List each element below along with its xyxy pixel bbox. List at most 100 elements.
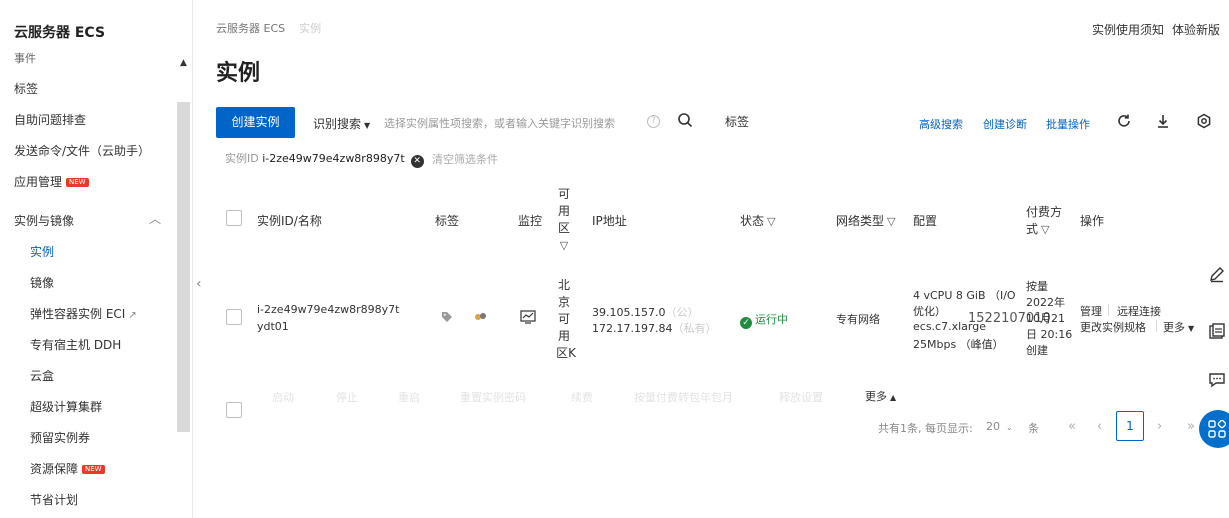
usage-notice-link[interactable]: 实例使用须知 [1092, 23, 1164, 37]
download-icon[interactable] [1155, 113, 1171, 129]
column-header-monitor: 监控 [518, 214, 543, 228]
advanced-search-link[interactable]: 高级搜索 [919, 116, 963, 132]
sidebar-item-instances[interactable]: 实例 [30, 243, 54, 260]
sidebar-item-events[interactable]: 事件 [14, 50, 36, 66]
row-checkbox[interactable] [226, 309, 242, 325]
external-link-icon: ↗ [128, 310, 137, 321]
status-text: 运行中 [755, 313, 788, 326]
manage-link[interactable]: 管理 [1080, 303, 1102, 319]
zone-char: 可 [557, 312, 570, 326]
sidebar: 云服务器 ECS 事件 ▲ 标签 自助问题排查 发送命令/文件（云助手） 应用管… [0, 0, 193, 518]
column-header-status[interactable]: 状态 ▽ [740, 212, 775, 229]
breadcrumb: 云服务器 ECS 实例 [216, 20, 321, 36]
sidebar-scrollbar[interactable] [177, 102, 190, 432]
settings-icon[interactable] [1196, 113, 1212, 129]
tag-icon[interactable] [441, 311, 453, 323]
instance-id-link[interactable]: i-2ze49w79e4zw8r898y7t [257, 303, 399, 316]
sidebar-item-reserved-instances[interactable]: 预留实例券 [30, 429, 90, 446]
ecs-console: 云服务器 ECS 事件 ▲ 标签 自助问题排查 发送命令/文件（云助手） 应用管… [0, 0, 1229, 518]
select-all-checkbox[interactable] [226, 210, 242, 226]
sidebar-group-instances-images[interactable]: 实例与镜像 [14, 212, 74, 229]
chevron-up-icon[interactable]: ︿ [149, 210, 161, 227]
filter-icon[interactable]: ▽ [767, 215, 775, 228]
sidebar-item-scc[interactable]: 超级计算集群 [30, 398, 102, 415]
search-icon[interactable] [677, 112, 693, 128]
batch-more-label: 更多 [865, 390, 887, 403]
batch-more-dropdown[interactable]: 更多 ▲ [865, 388, 896, 404]
create-diagnosis-link[interactable]: 创建诊断 [983, 116, 1027, 132]
first-page-button[interactable]: « [1068, 419, 1076, 434]
scroll-up-icon[interactable]: ▲ [180, 58, 187, 68]
zone-char: 区K [556, 346, 576, 360]
batch-select-checkbox[interactable] [226, 402, 242, 418]
batch-reset-password-button[interactable]: 重置实例密码 [460, 389, 526, 405]
sidebar-item-images[interactable]: 镜像 [30, 274, 54, 291]
page-1-button[interactable]: 1 [1116, 411, 1144, 441]
batch-convert-billing-button[interactable]: 按量付费转包年包月 [634, 389, 733, 405]
ip-public-value: 39.105.157.0 [592, 306, 666, 319]
filter-chip-key: 实例ID [225, 152, 259, 165]
resize-instance-link[interactable]: 更改实例规格 [1080, 319, 1146, 335]
breadcrumb-current: 实例 [299, 22, 322, 35]
sidebar-item-eci[interactable]: 弹性容器实例 ECI ↗ [30, 305, 137, 322]
help-icon[interactable]: ? [647, 115, 660, 128]
network-type: 专有网络 [836, 313, 880, 326]
try-new-version-link[interactable]: 体验新版 [1172, 23, 1220, 37]
clear-filters-link[interactable]: 清空筛选条件 [432, 151, 498, 167]
edit-icon[interactable] [1208, 265, 1226, 283]
remote-connect-link[interactable]: 远程连接 [1117, 303, 1161, 319]
sidebar-item-label: 资源保障 [30, 462, 79, 476]
page-size-select[interactable]: 20 ⌄ [986, 420, 1013, 433]
column-header-billing[interactable]: 付费方 式 ▽ [1026, 204, 1062, 238]
refresh-icon[interactable] [1116, 113, 1132, 129]
column-header-network[interactable]: 网络类型 ▽ [836, 212, 895, 229]
billing-time: 日 20:16 [1026, 328, 1073, 341]
batch-release-button[interactable]: 释放设置 [779, 389, 823, 405]
batch-renew-button[interactable]: 续费 [571, 389, 593, 405]
batch-operations-link[interactable]: 批量操作 [1046, 116, 1090, 132]
sidebar-item-cloudbox[interactable]: 云盒 [30, 367, 54, 384]
sidebar-item-resource-assurance[interactable]: 资源保障 NEW [30, 460, 105, 477]
last-page-button[interactable]: » [1187, 419, 1195, 434]
billing-info: 按量 2022年 10月21 日 20:16 创建 [1026, 279, 1072, 359]
batch-start-button[interactable]: 启动 [272, 389, 294, 405]
feedback-icon[interactable] [1208, 371, 1226, 389]
grid-icon [1208, 420, 1226, 438]
sidebar-title: 云服务器 ECS [14, 25, 106, 41]
caret-down-icon: ▼ [364, 121, 371, 130]
close-icon[interactable]: ✕ [410, 155, 424, 168]
search-input[interactable]: 选择实例属性项搜索，或者输入关键字识别搜索 [384, 115, 615, 131]
column-header-actions: 操作 [1080, 214, 1105, 228]
sidebar-item-savings-plan[interactable]: 节省计划 [30, 491, 78, 508]
breadcrumb-ecs[interactable]: 云服务器 ECS [216, 22, 285, 35]
create-instance-button[interactable]: 创建实例 [216, 107, 295, 138]
search-mode-select[interactable]: 识别搜索 ▼ [313, 115, 370, 132]
app-grid-button[interactable] [1199, 410, 1229, 448]
more-actions-dropdown[interactable]: 更多 ▼ [1163, 319, 1194, 335]
column-header-config: 配置 [913, 214, 938, 228]
filter-icon[interactable]: ▽ [887, 215, 895, 228]
filter-icon[interactable]: ▽ [1041, 223, 1049, 236]
config-optimized: 优化） [913, 305, 946, 318]
ip-private-value: 172.17.197.84 [592, 322, 673, 335]
tag-filter-button[interactable]: 标签 [713, 107, 761, 138]
status-badge: ✓ 运行中 [740, 311, 788, 329]
sidebar-collapse-icon[interactable]: ‹ [196, 276, 202, 292]
batch-restart-button[interactable]: 重启 [398, 389, 420, 405]
monitor-chart-icon[interactable] [520, 310, 536, 324]
check-circle-icon: ✓ [740, 317, 752, 329]
next-page-button[interactable]: › [1157, 419, 1162, 434]
sidebar-item-app-management[interactable]: 应用管理 NEW [14, 173, 89, 190]
sidebar-item-cloud-assistant[interactable]: 发送命令/文件（云助手） [14, 142, 150, 159]
sidebar-item-ddh[interactable]: 专有宿主机 DDH [30, 336, 121, 353]
column-header-id-name: 实例ID/名称 [257, 214, 322, 228]
prev-page-button[interactable]: ‹ [1097, 419, 1102, 434]
sidebar-item-troubleshoot[interactable]: 自助问题排查 [14, 111, 86, 128]
action-divider [1108, 304, 1109, 316]
chevron-down-icon: ⌄ [1006, 423, 1013, 432]
column-header-zone[interactable]: 可 用 区 ▽ [557, 186, 571, 254]
filter-icon[interactable]: ▽ [557, 237, 571, 254]
sidebar-item-tags[interactable]: 标签 [14, 80, 38, 97]
batch-stop-button[interactable]: 停止 [336, 389, 358, 405]
document-icon[interactable] [1208, 323, 1226, 341]
